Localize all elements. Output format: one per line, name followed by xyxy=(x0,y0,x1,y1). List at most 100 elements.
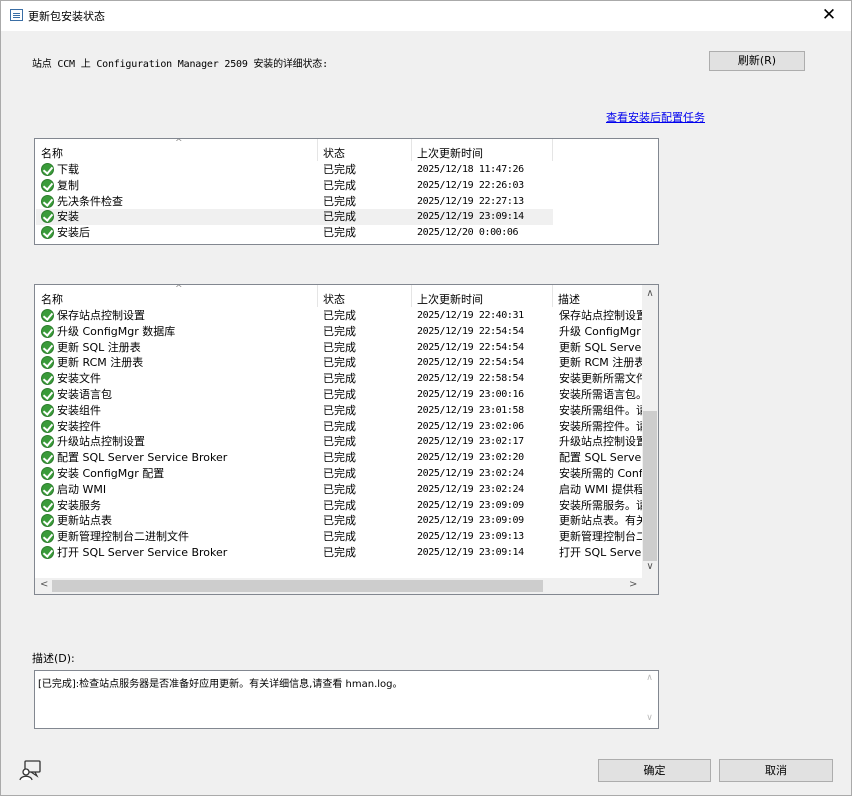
list-item[interactable]: 更新管理控制台二进制文件 已完成 2025/12/19 23:09:13 更新管理控制… xyxy=(36,529,642,545)
completed-check-icon xyxy=(41,163,54,176)
refresh-button[interactable]: 刷新(R) xyxy=(709,51,805,71)
completed-check-icon xyxy=(41,210,54,224)
item-updated-time: 2025/12/18 11:47:26 xyxy=(417,164,524,175)
item-status: 已完成 xyxy=(323,340,356,354)
feedback-icon[interactable] xyxy=(19,758,43,782)
item-name: 下载 xyxy=(57,163,79,176)
item-name: 更新站点表 xyxy=(57,514,112,528)
list-item[interactable]: 更新 RCM 注册表 已完成 2025/12/19 22:54:54 更新 RCM 注… xyxy=(36,355,642,371)
item-updated-time: 2025/12/19 23:09:13 xyxy=(417,531,524,543)
item-name: 复制 xyxy=(57,178,79,192)
column-header-name[interactable]: 名称 xyxy=(41,291,63,307)
scroll-left-icon[interactable]: < xyxy=(40,579,48,590)
item-status: 已完成 xyxy=(323,163,356,176)
item-status: 已完成 xyxy=(323,467,356,480)
list-item[interactable]: 保存站点控制设置 已完成 2025/12/19 22:40:31 保存站点控制设置 xyxy=(36,308,642,324)
window-title: 更新包安装状态 xyxy=(28,10,105,23)
vertical-scrollbar[interactable]: ∧ ∨ xyxy=(642,285,658,579)
column-header-status[interactable]: 状态 xyxy=(323,291,345,307)
item-name: 更新 RCM 注册表 xyxy=(57,356,144,370)
scroll-up-icon[interactable]: ∧ xyxy=(641,673,658,683)
column-divider[interactable] xyxy=(411,139,412,161)
list-item[interactable]: 安装后 已完成 2025/12/20 0:00:06 xyxy=(36,225,553,241)
item-name: 安装文件 xyxy=(57,372,101,386)
list-item[interactable]: 安装 ConfigMgr 配置 已完成 2025/12/19 23:02:24 安装所… xyxy=(36,466,642,482)
completed-check-icon xyxy=(41,482,54,496)
list-item[interactable]: 更新 SQL 注册表 已完成 2025/12/19 22:54:54 更新 SQL S… xyxy=(36,340,642,356)
item-status: 已完成 xyxy=(323,403,356,417)
description-text: [已完成]:检查站点服务器是否准备好应用更新。有关详细信息,请查看 hman.l… xyxy=(38,679,403,690)
list-item[interactable]: 先决条件检查 已完成 2025/12/19 22:27:13 xyxy=(36,194,553,210)
step-list[interactable]: ^ 名称 状态 上次更新时间 描述 保存站点控制设置 已完成 2025/12/19 … xyxy=(34,284,659,595)
column-divider[interactable] xyxy=(552,285,553,307)
column-header-status[interactable]: 状态 xyxy=(323,145,345,161)
item-name: 保存站点控制设置 xyxy=(57,309,145,322)
description-scrollbar[interactable]: ∧ ∨ xyxy=(641,671,658,728)
completed-check-icon xyxy=(41,546,54,559)
item-description: 保存站点控制设置 xyxy=(559,309,642,322)
list-item[interactable]: 安装语言包 已完成 2025/12/19 23:00:16 安装所需语言包。 xyxy=(36,387,642,403)
column-header-updated[interactable]: 上次更新时间 xyxy=(417,291,483,307)
description-textbox[interactable]: [已完成]:检查站点服务器是否准备好应用更新。有关详细信息,请查看 hman.l… xyxy=(34,670,659,729)
list-item[interactable]: 安装组件 已完成 2025/12/19 23:01:58 安装所需组件。请 xyxy=(36,403,642,419)
item-updated-time: 2025/12/19 22:54:54 xyxy=(417,357,524,369)
column-header-description[interactable]: 描述 xyxy=(558,291,580,307)
list-item[interactable]: 安装 已完成 2025/12/19 23:09:14 xyxy=(36,209,553,226)
item-updated-time: 2025/12/19 22:54:54 xyxy=(417,325,524,337)
item-updated-time: 2025/12/19 23:02:17 xyxy=(417,436,524,448)
column-divider[interactable] xyxy=(411,285,412,307)
cancel-button[interactable]: 取消 xyxy=(719,759,833,782)
list-item[interactable]: 升级 ConfigMgr 数据库 已完成 2025/12/19 22:54:54 升级… xyxy=(36,324,642,340)
column-header-name[interactable]: 名称 xyxy=(41,145,63,161)
sort-ascending-icon: ^ xyxy=(175,284,183,294)
completed-check-icon xyxy=(41,178,54,192)
item-description: 更新 SQL Server xyxy=(559,340,642,354)
item-updated-time: 2025/12/19 23:02:20 xyxy=(417,452,524,464)
item-name: 更新 SQL 注册表 xyxy=(57,340,141,354)
item-description: 安装更新所需文件 xyxy=(559,372,642,386)
list-item[interactable]: 下载 已完成 2025/12/18 11:47:26 xyxy=(36,162,553,178)
scroll-right-icon[interactable]: > xyxy=(629,579,637,590)
item-status: 已完成 xyxy=(323,372,356,386)
list-item[interactable]: 启动 WMI 已完成 2025/12/19 23:02:24 启动 WMI 提供程 xyxy=(36,482,642,498)
item-status: 已完成 xyxy=(323,324,356,338)
view-post-install-tasks-link[interactable]: 查看安装后配置任务 xyxy=(606,109,705,125)
item-description: 更新站点表。有关 xyxy=(559,514,642,528)
scroll-down-icon[interactable]: ∨ xyxy=(642,561,658,572)
column-divider[interactable] xyxy=(317,285,318,307)
item-status: 已完成 xyxy=(323,194,356,208)
item-updated-time: 2025/12/19 22:58:54 xyxy=(417,373,524,385)
list-item[interactable]: 安装文件 已完成 2025/12/19 22:58:54 安装更新所需文件 xyxy=(36,371,642,387)
item-name: 启动 WMI xyxy=(57,482,107,496)
ok-button[interactable]: 确定 xyxy=(598,759,711,782)
scroll-up-icon[interactable]: ∧ xyxy=(642,288,658,299)
list-item[interactable]: 升级站点控制设置 已完成 2025/12/19 23:02:17 升级站点控制设置 xyxy=(36,434,642,450)
step-list-header: ^ 名称 状态 上次更新时间 描述 xyxy=(35,285,658,307)
close-button[interactable]: ✕ xyxy=(807,1,851,31)
list-item[interactable]: 复制 已完成 2025/12/19 22:26:03 xyxy=(36,178,553,194)
completed-check-icon xyxy=(41,194,54,208)
item-updated-time: 2025/12/20 0:00:06 xyxy=(417,227,519,239)
item-name: 安装语言包 xyxy=(57,388,112,401)
list-item[interactable]: 安装控件 已完成 2025/12/19 23:02:06 安装所需控件。请 xyxy=(36,419,642,435)
column-header-updated[interactable]: 上次更新时间 xyxy=(417,145,483,161)
column-divider[interactable] xyxy=(317,139,318,161)
stage-list[interactable]: ^ 名称 状态 上次更新时间 下载 已完成 2025/12/18 11:47:26 复… xyxy=(34,138,659,245)
item-description: 升级站点控制设置 xyxy=(559,435,642,449)
window-list-icon xyxy=(10,9,23,21)
column-divider[interactable] xyxy=(552,139,553,161)
list-item[interactable]: 配置 SQL Server Service Broker 已完成 2025/12/1… xyxy=(36,450,642,466)
horizontal-scrollbar[interactable]: < > xyxy=(35,578,658,594)
completed-check-icon xyxy=(41,419,54,433)
item-updated-time: 2025/12/19 22:26:03 xyxy=(417,179,524,191)
horizontal-scroll-thumb[interactable] xyxy=(52,580,543,592)
vertical-scroll-thumb[interactable] xyxy=(643,411,657,561)
list-item[interactable]: 安装服务 已完成 2025/12/19 23:09:09 安装所需服务。请 xyxy=(36,498,642,514)
list-item[interactable]: 更新站点表 已完成 2025/12/19 23:09:09 更新站点表。有关 xyxy=(36,513,642,529)
item-updated-time: 2025/12/19 23:09:14 xyxy=(417,547,524,558)
item-name: 安装 ConfigMgr 配置 xyxy=(57,467,165,480)
completed-check-icon xyxy=(41,226,54,240)
list-item[interactable]: 打开 SQL Server Service Broker 已完成 2025/12/1… xyxy=(36,545,642,561)
scroll-down-icon[interactable]: ∨ xyxy=(641,713,658,723)
description-label: 描述(D): xyxy=(32,652,75,665)
